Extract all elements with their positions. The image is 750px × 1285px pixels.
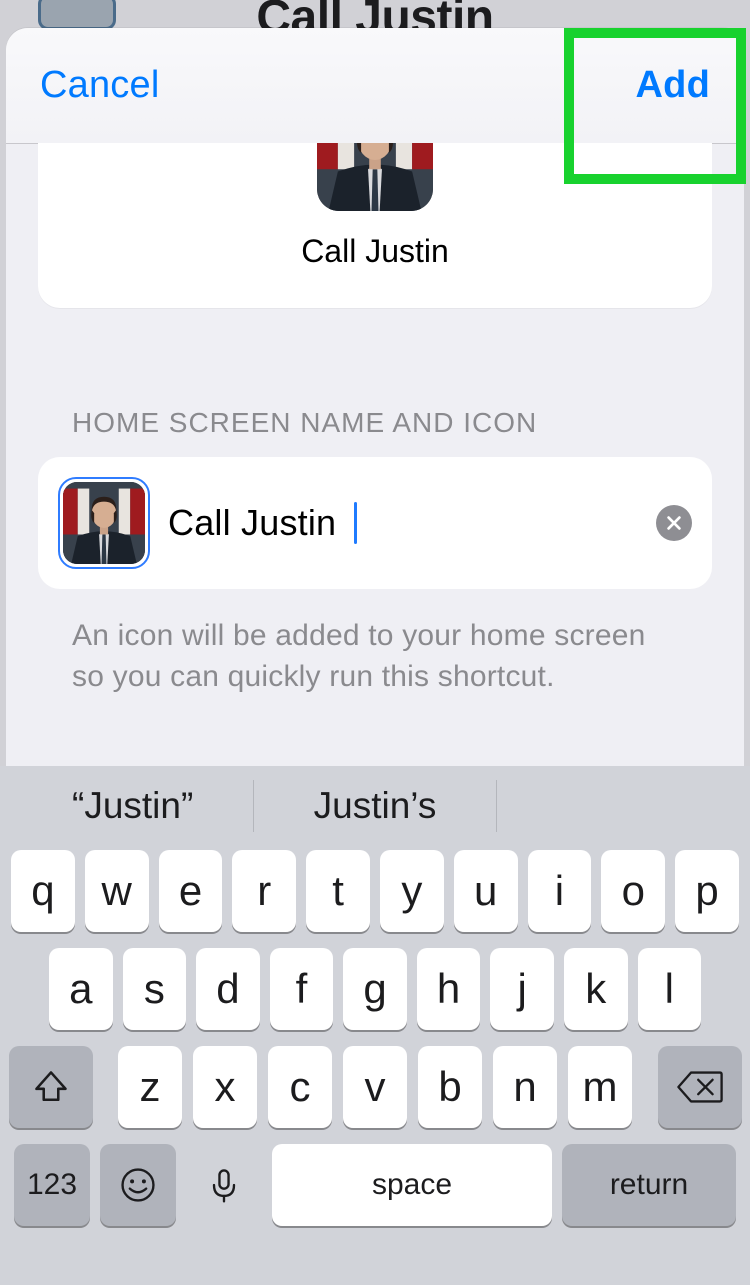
- key-x[interactable]: x: [193, 1046, 257, 1128]
- section-header: HOME SCREEN NAME AND ICON: [6, 407, 744, 439]
- key-y[interactable]: y: [380, 850, 444, 932]
- home-icon-preview: Call Justin: [38, 143, 712, 308]
- key-backspace[interactable]: [658, 1046, 742, 1128]
- key-g[interactable]: g: [343, 948, 407, 1030]
- shortcut-name-input[interactable]: [166, 501, 656, 545]
- key-shift[interactable]: [9, 1046, 93, 1128]
- add-to-home-sheet: Cancel Add Call Justin HOME SCREEN NAME …: [6, 28, 744, 766]
- clear-text-button[interactable]: [656, 505, 692, 541]
- key-t[interactable]: t: [306, 850, 370, 932]
- suggestion-bar: “Justin” Justin’s: [0, 766, 750, 846]
- mic-icon: [204, 1165, 244, 1205]
- key-return[interactable]: return: [562, 1144, 736, 1226]
- footer-description: An icon will be added to your home scree…: [6, 589, 744, 698]
- icon-thumbnail: [63, 482, 145, 564]
- key-w[interactable]: w: [85, 850, 149, 932]
- add-button[interactable]: Add: [636, 64, 710, 107]
- key-f[interactable]: f: [270, 948, 334, 1030]
- key-j[interactable]: j: [490, 948, 554, 1030]
- key-k[interactable]: k: [564, 948, 628, 1030]
- icon-picker-button[interactable]: [58, 477, 150, 569]
- key-q[interactable]: q: [11, 850, 75, 932]
- ios-keyboard: “Justin” Justin’s qwertyuiop asdfghjkl z…: [0, 766, 750, 1285]
- close-icon: [665, 514, 683, 532]
- key-m[interactable]: m: [568, 1046, 632, 1128]
- preview-label: Call Justin: [38, 233, 712, 270]
- key-u[interactable]: u: [454, 850, 518, 932]
- navbar: Cancel Add: [6, 28, 744, 144]
- key-mode-123[interactable]: 123: [14, 1144, 90, 1226]
- key-b[interactable]: b: [418, 1046, 482, 1128]
- background-chip: [38, 0, 116, 30]
- name-and-icon-row: [38, 457, 712, 589]
- key-r[interactable]: r: [232, 850, 296, 932]
- emoji-icon: [118, 1165, 158, 1205]
- preview-app-icon: [317, 143, 433, 211]
- cancel-button[interactable]: Cancel: [40, 64, 160, 107]
- divider: [496, 780, 497, 832]
- key-a[interactable]: a: [49, 948, 113, 1030]
- shift-icon: [31, 1067, 71, 1107]
- key-s[interactable]: s: [123, 948, 187, 1030]
- key-dictation[interactable]: [186, 1144, 262, 1226]
- suggestion-1[interactable]: “Justin”: [12, 785, 253, 827]
- key-e[interactable]: e: [159, 850, 223, 932]
- key-z[interactable]: z: [118, 1046, 182, 1128]
- text-caret: [354, 502, 357, 544]
- key-p[interactable]: p: [675, 850, 739, 932]
- key-emoji[interactable]: [100, 1144, 176, 1226]
- key-d[interactable]: d: [196, 948, 260, 1030]
- key-v[interactable]: v: [343, 1046, 407, 1128]
- key-l[interactable]: l: [638, 948, 702, 1030]
- suggestion-2[interactable]: Justin’s: [254, 785, 495, 827]
- key-space[interactable]: space: [272, 1144, 552, 1226]
- key-n[interactable]: n: [493, 1046, 557, 1128]
- key-h[interactable]: h: [417, 948, 481, 1030]
- key-i[interactable]: i: [528, 850, 592, 932]
- backspace-icon: [676, 1069, 724, 1105]
- key-o[interactable]: o: [601, 850, 665, 932]
- key-c[interactable]: c: [268, 1046, 332, 1128]
